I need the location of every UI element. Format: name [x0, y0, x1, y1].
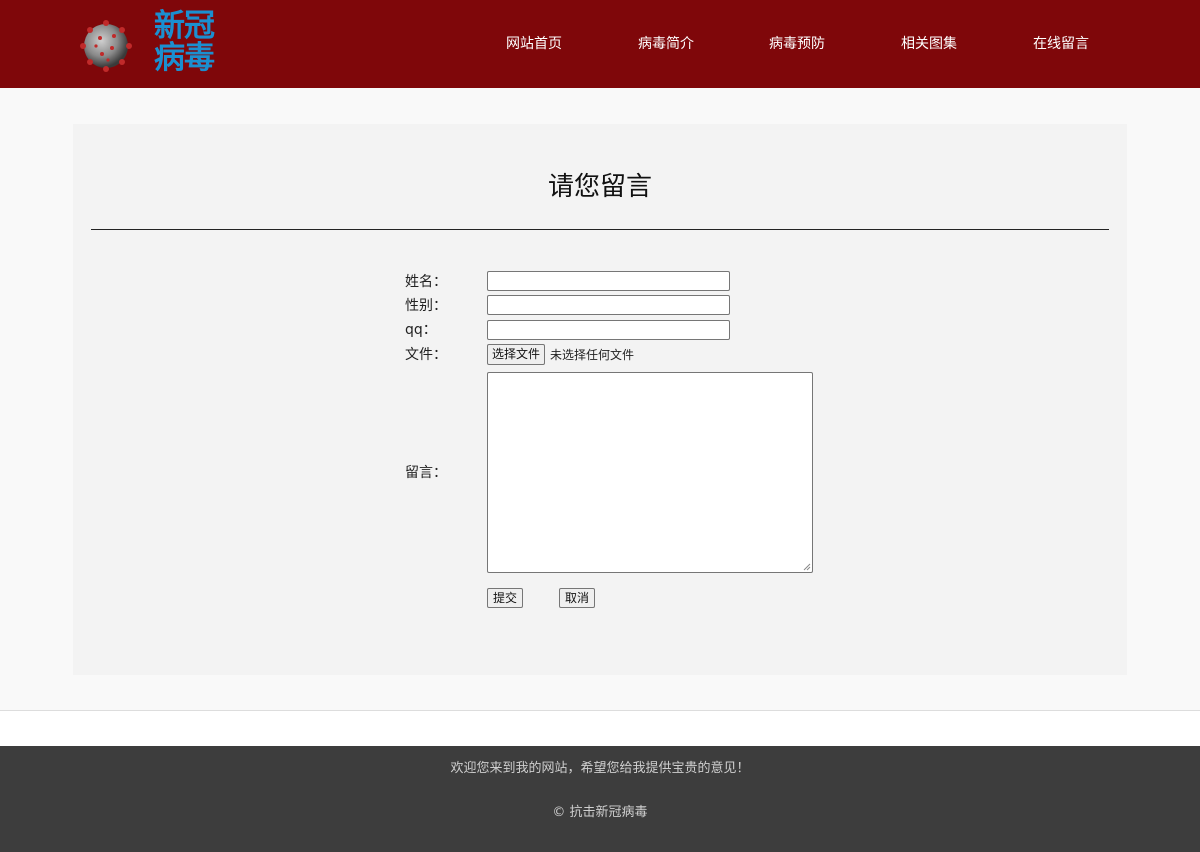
site-header: 新冠 病毒 网站首页 病毒简介 病毒预防 相关图集 在线留言: [0, 0, 1200, 88]
gender-input[interactable]: [487, 295, 730, 315]
site-footer: 欢迎您来到我的网站，希望您给我提供宝贵的意见！ © 抗击新冠病毒: [0, 746, 1200, 852]
message-textarea[interactable]: [487, 372, 813, 573]
message-label: 留言：: [405, 465, 447, 481]
name-label: 姓名：: [405, 274, 447, 290]
name-input[interactable]: [487, 271, 730, 291]
page-title: 请您留言: [547, 172, 652, 202]
nav-virus-intro[interactable]: 病毒简介: [638, 34, 694, 54]
file-status-text: 未选择任何文件: [550, 348, 635, 362]
cancel-button[interactable]: 取消: [559, 588, 596, 608]
choose-file-button[interactable]: 选择文件: [487, 344, 545, 365]
footer-copyright: © 抗击新冠病毒: [552, 805, 648, 820]
nav-message[interactable]: 在线留言: [1033, 34, 1089, 54]
footer-message: 欢迎您来到我的网站，希望您给我提供宝贵的意见！: [450, 761, 750, 776]
nav-home[interactable]: 网站首页: [506, 34, 562, 54]
spacer-band: [0, 711, 1200, 746]
title-divider: [91, 229, 1109, 230]
message-form-panel: 请您留言 姓名： 性别： qq： 文件： 选择文件 未选择任何文件 留言： 提交…: [73, 124, 1127, 675]
virus-logo-icon: [80, 20, 132, 72]
submit-button[interactable]: 提交: [487, 588, 524, 608]
nav-virus-prevention[interactable]: 病毒预防: [769, 34, 825, 54]
resize-grip-icon[interactable]: [803, 563, 811, 571]
file-label: 文件：: [405, 347, 447, 363]
qq-label: qq：: [405, 322, 437, 338]
gender-label: 性别：: [405, 298, 447, 314]
nav-gallery[interactable]: 相关图集: [901, 34, 957, 54]
qq-input[interactable]: [487, 320, 730, 340]
logo-text: 新冠 病毒: [154, 8, 215, 76]
site-logo[interactable]: 新冠 病毒: [78, 10, 218, 74]
